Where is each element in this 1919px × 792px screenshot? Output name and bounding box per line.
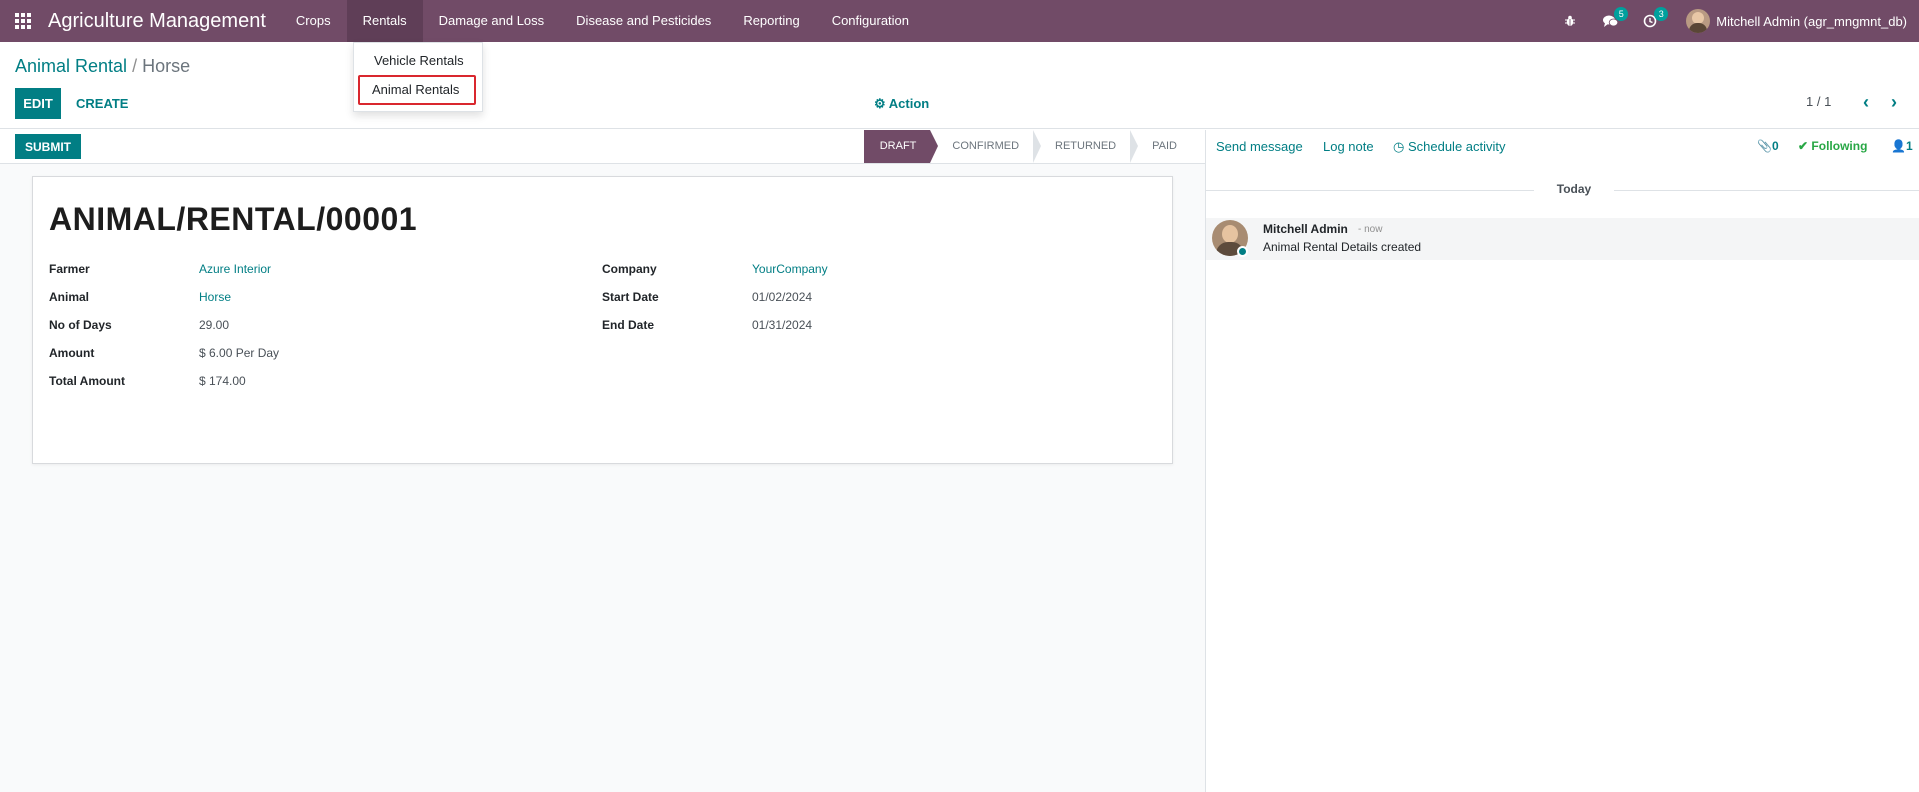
breadcrumb-parent[interactable]: Animal Rental	[15, 56, 127, 76]
breadcrumb-current: Horse	[142, 56, 191, 76]
menu-crops[interactable]: Crops	[280, 0, 347, 42]
field-label: Animal	[49, 290, 90, 304]
company-value[interactable]: YourCompany	[752, 262, 828, 276]
date-separator-label: Today	[1556, 182, 1592, 196]
messages-count-badge: 5	[1614, 7, 1629, 21]
activities-count-badge: 3	[1654, 7, 1669, 21]
menu-reporting[interactable]: Reporting	[727, 0, 815, 42]
followers-count: 1	[1905, 139, 1913, 153]
total-amount-value: $ 174.00	[199, 374, 246, 388]
field-label: No of Days	[49, 318, 112, 332]
schedule-activity-label: Schedule activity	[1407, 139, 1506, 154]
field-company: Company YourCompany	[602, 262, 1142, 282]
control-panel: Animal Rental / Horse EDIT CREATE ⚙ Acti…	[0, 42, 1919, 129]
app-brand[interactable]: Agriculture Management	[46, 10, 280, 33]
field-start-date: Start Date 01/02/2024	[602, 290, 1142, 310]
field-no-of-days: No of Days 29.00	[49, 318, 589, 338]
top-navbar: Agriculture Management Crops Rentals Dam…	[0, 0, 1919, 42]
menu-rentals[interactable]: Rentals	[346, 0, 423, 42]
stage-returned[interactable]: RETURNED	[1033, 130, 1139, 163]
message-author[interactable]: Mitchell Admin	[1263, 222, 1348, 236]
submit-button[interactable]: SUBMIT	[15, 134, 81, 159]
breadcrumb-separator: /	[132, 56, 138, 76]
navbar-systray: 5 3 Mitchell Admin (agr_mngmnt_db)	[1550, 0, 1919, 42]
log-note-button[interactable]: Log note	[1323, 139, 1374, 154]
clock-icon: ◷	[1393, 139, 1405, 154]
dropdown-item-vehicle-rentals[interactable]: Vehicle Rentals	[354, 49, 482, 73]
attachments-count: 0	[1771, 139, 1779, 153]
chatter-topbar: Send message Log note ◷ Schedule activit…	[1206, 130, 1919, 164]
status-stages: DRAFT CONFIRMED RETURNED PAID	[863, 130, 1191, 163]
paperclip-icon: 📎	[1757, 139, 1772, 153]
create-button[interactable]: CREATE	[68, 88, 136, 119]
field-total-amount: Total Amount $ 174.00	[49, 374, 589, 394]
no-of-days-value: 29.00	[199, 318, 230, 332]
message-body: Animal Rental Details created	[1263, 240, 1422, 254]
edit-button[interactable]: EDIT	[15, 88, 61, 119]
chatter-message: Mitchell Admin - now Animal Rental Detai…	[1206, 218, 1919, 260]
dropdown-item-animal-rentals[interactable]: Animal Rentals	[358, 75, 476, 105]
menu-configuration[interactable]: Configuration	[816, 0, 925, 42]
chevron-right-icon[interactable]: ›	[1880, 90, 1908, 114]
field-farmer: Farmer Azure Interior	[49, 262, 589, 282]
attachments-button[interactable]: 📎0	[1757, 139, 1779, 153]
field-end-date: End Date 01/31/2024	[602, 318, 1142, 338]
user-menu[interactable]: Mitchell Admin (agr_mngmnt_db)	[1686, 9, 1907, 33]
field-animal: Animal Horse	[49, 290, 589, 310]
following-button[interactable]: ✔ Following	[1798, 139, 1867, 153]
activities-clock-icon[interactable]: 3	[1630, 0, 1670, 42]
rentals-dropdown: Vehicle Rentals Animal Rentals	[353, 42, 483, 112]
pager-value[interactable]: 1 / 1	[1806, 94, 1831, 109]
animal-value[interactable]: Horse	[199, 290, 231, 304]
message-date: - now	[1358, 224, 1383, 235]
amount-value: $ 6.00 Per Day	[199, 346, 280, 360]
stage-confirmed[interactable]: CONFIRMED	[930, 130, 1041, 163]
chevron-left-icon[interactable]: ‹	[1852, 90, 1880, 114]
farmer-value[interactable]: Azure Interior	[199, 262, 271, 276]
record-title: ANIMAL/RENTAL/00001	[49, 201, 418, 237]
field-label: End Date	[602, 318, 655, 332]
following-label: Following	[1811, 139, 1868, 153]
field-label: Total Amount	[49, 374, 125, 388]
messages-icon[interactable]: 5	[1590, 0, 1630, 42]
user-icon: 👤	[1891, 139, 1906, 153]
action-menu[interactable]: ⚙ Action	[874, 96, 929, 112]
followers-button[interactable]: 👤1	[1891, 139, 1913, 153]
field-label: Start Date	[602, 290, 659, 304]
debug-bug-icon[interactable]	[1550, 0, 1590, 42]
pager-buttons: ‹ ›	[1852, 90, 1908, 114]
menu-disease-and-pesticides[interactable]: Disease and Pesticides	[560, 0, 727, 42]
field-label: Company	[602, 262, 657, 276]
gear-icon: ⚙	[874, 96, 886, 111]
breadcrumb: Animal Rental / Horse	[15, 56, 190, 77]
form-statusbar: SUBMIT DRAFT CONFIRMED RETURNED PAID	[0, 130, 1205, 164]
action-label: Action	[888, 96, 930, 111]
schedule-activity-button[interactable]: ◷ Schedule activity	[1393, 139, 1506, 155]
separator-line-left	[1206, 190, 1534, 191]
field-label: Farmer	[49, 262, 90, 276]
menu-damage-and-loss[interactable]: Damage and Loss	[423, 0, 561, 42]
date-separator: Today	[1206, 182, 1919, 198]
chatter-panel: Send message Log note ◷ Schedule activit…	[1205, 130, 1919, 792]
online-status-icon	[1237, 246, 1248, 257]
check-icon: ✔	[1798, 139, 1809, 153]
field-label: Amount	[49, 346, 95, 360]
apps-menu-icon[interactable]	[0, 0, 46, 42]
stage-draft[interactable]: DRAFT	[863, 130, 939, 163]
send-message-button[interactable]: Send message	[1216, 139, 1303, 154]
separator-line-right	[1614, 190, 1919, 191]
main-menu: Crops Rentals Damage and Loss Disease an…	[280, 0, 925, 42]
form-sheet: ANIMAL/RENTAL/00001 Farmer Azure Interio…	[32, 176, 1173, 464]
user-name: Mitchell Admin (agr_mngmnt_db)	[1716, 13, 1907, 29]
user-avatar	[1686, 9, 1711, 33]
stage-paid[interactable]: PAID	[1130, 130, 1191, 163]
field-amount: Amount $ 6.00 Per Day	[49, 346, 589, 366]
end-date-value: 01/31/2024	[752, 318, 813, 332]
start-date-value: 01/02/2024	[752, 290, 813, 304]
